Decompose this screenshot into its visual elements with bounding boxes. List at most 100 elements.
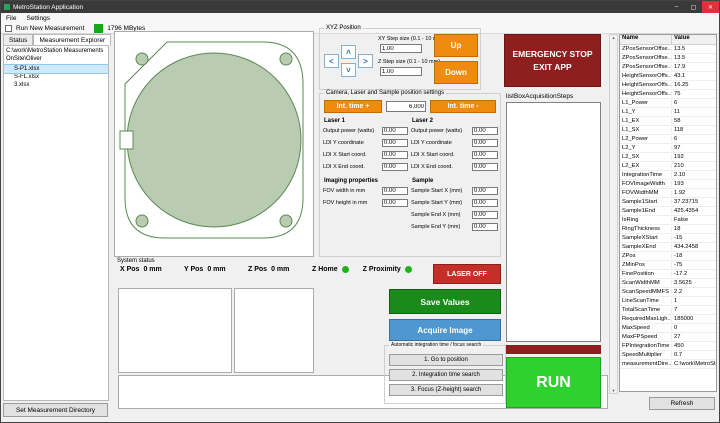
param-row[interactable]: ZPos -18 xyxy=(620,252,716,261)
tree-item[interactable]: S-P1.xlsx xyxy=(4,65,108,73)
param-row[interactable]: L1_Power 6 xyxy=(620,99,716,108)
save-values-button[interactable]: Save Values xyxy=(389,289,501,314)
param-row[interactable]: ZMinPos -75 xyxy=(620,261,716,270)
jog-right-button[interactable]: > xyxy=(358,54,373,68)
z-up-button[interactable]: Up xyxy=(434,34,478,57)
auto-search-step-button[interactable]: 2. Integration time search xyxy=(389,369,503,381)
tree-item[interactable]: 3.xlsx xyxy=(4,81,108,89)
auto-search-step-button[interactable]: 1. Go to position xyxy=(389,354,503,366)
field-input[interactable] xyxy=(472,223,498,231)
run-new-measurement-label: Run New Measurement xyxy=(16,25,84,32)
param-row[interactable]: TotalScanTime 7 xyxy=(620,306,716,315)
param-row[interactable]: IntegrationTime 2.10 xyxy=(620,171,716,180)
param-value: 11 xyxy=(672,109,716,115)
emergency-line2: EXIT APP xyxy=(533,62,571,72)
param-row[interactable]: FinePosition -17.2 xyxy=(620,270,716,279)
param-row[interactable]: MaxFPSpeed 27 xyxy=(620,333,716,342)
param-value: C:\work\MetroSt... xyxy=(672,361,716,367)
param-value: 58 xyxy=(672,118,716,124)
wafer-canvas[interactable] xyxy=(114,31,314,257)
param-row[interactable]: L2_SX 192 xyxy=(620,153,716,162)
z-down-button[interactable]: Down xyxy=(434,61,478,84)
menu-file[interactable]: File xyxy=(6,15,16,22)
z-step-input[interactable] xyxy=(380,67,422,76)
field-input[interactable] xyxy=(472,211,498,219)
tree-root-path[interactable]: C:\work\MetroStation Measurements OnSite… xyxy=(4,46,108,65)
xy-step-input[interactable] xyxy=(380,44,422,53)
jog-left-button[interactable]: < xyxy=(324,54,339,68)
param-row[interactable]: HeightSensorOffs... 43.1 xyxy=(620,72,716,81)
param-row[interactable]: RingThickness 18 xyxy=(620,225,716,234)
field-input[interactable] xyxy=(472,127,498,135)
param-row[interactable]: HeightSensorOffs... 75 xyxy=(620,90,716,99)
auto-search-step-button[interactable]: 3. Focus (Z-height) search xyxy=(389,384,503,396)
param-row[interactable]: HeightSensorOffs... 16.25 xyxy=(620,81,716,90)
acquire-image-button[interactable]: Acquire Image xyxy=(389,319,501,341)
param-row[interactable]: IsRing False xyxy=(620,216,716,225)
param-row[interactable]: ZPosSensorOffse... 17.9 xyxy=(620,63,716,72)
scroll-up-icon[interactable]: ▲ xyxy=(612,35,616,40)
system-status-title: System status xyxy=(117,258,155,264)
acquisition-steps-label: listBoxAcquisitionSteps xyxy=(506,93,573,100)
close-button[interactable]: ✕ xyxy=(702,1,719,13)
field-input[interactable] xyxy=(382,127,408,135)
param-row[interactable]: FOVWidthMM 1.92 xyxy=(620,189,716,198)
parameters-rows: ZPosSensorOffse... 13.5 ZPosSensorOffse.… xyxy=(620,45,716,369)
param-row[interactable]: L2_Power 6 xyxy=(620,135,716,144)
laser2-fields: Output power (watts) LDI Y coordinate LD… xyxy=(411,127,498,175)
param-row[interactable]: ZPosSensorOffse... 13.5 xyxy=(620,45,716,54)
param-row[interactable]: RequiredMaxLigh... 185000 xyxy=(620,315,716,324)
scroll-down-icon[interactable]: ▼ xyxy=(612,388,616,393)
field-input[interactable] xyxy=(472,199,498,207)
refresh-button[interactable]: Refresh xyxy=(649,397,715,410)
int-time-plus-button[interactable]: Int. time + xyxy=(324,100,382,113)
param-row[interactable]: L2_Y 97 xyxy=(620,144,716,153)
jog-down-button[interactable]: ˅ xyxy=(341,63,356,77)
param-row[interactable]: FPIntegrationTime 450 xyxy=(620,342,716,351)
param-row[interactable]: LineScanTime 1 xyxy=(620,297,716,306)
field-input[interactable] xyxy=(382,151,408,159)
position-value: 0 mm xyxy=(143,266,161,273)
param-row[interactable]: ScanSpeedMMFS 2.2 xyxy=(620,288,716,297)
parameters-table: Name Value ZPosSensorOffse... 13.5 ZPosS… xyxy=(619,34,717,392)
laser-off-button[interactable]: LASER OFF xyxy=(433,264,501,284)
field-input[interactable] xyxy=(382,163,408,171)
param-value: 450 xyxy=(672,343,716,349)
param-row[interactable]: MaxSpeed 0 xyxy=(620,324,716,333)
maximize-button[interactable]: ▢ xyxy=(685,1,702,13)
field-input[interactable] xyxy=(472,151,498,159)
run-button[interactable]: RUN xyxy=(506,357,601,408)
field-label: LDI X End coord. xyxy=(323,164,365,170)
acquisition-steps-listbox[interactable] xyxy=(506,102,601,342)
minimize-button[interactable]: – xyxy=(668,1,685,13)
param-row[interactable]: Sample1Start 37.23715 xyxy=(620,198,716,207)
field-input[interactable] xyxy=(472,139,498,147)
stop-strip-button[interactable] xyxy=(506,345,601,354)
param-row[interactable]: SampleXStart -15 xyxy=(620,234,716,243)
param-row[interactable]: L2_EX 210 xyxy=(620,162,716,171)
int-time-minus-button[interactable]: Int. time - xyxy=(430,100,496,113)
run-new-measurement-checkbox[interactable] xyxy=(5,25,12,32)
tree-item[interactable]: S-FL.xlsx xyxy=(4,73,108,81)
field-input[interactable] xyxy=(472,163,498,171)
params-scrollbar[interactable]: ▲ ▼ xyxy=(609,34,618,394)
param-row[interactable]: FOVImageWidth 193 xyxy=(620,180,716,189)
param-row[interactable]: Sample1End 425.4354 xyxy=(620,207,716,216)
field-input[interactable] xyxy=(382,187,408,195)
field-input[interactable] xyxy=(382,139,408,147)
param-row[interactable]: measurementDire... C:\work\MetroSt... xyxy=(620,360,716,369)
param-row[interactable]: ZPosSensorOffse... 13.5 xyxy=(620,54,716,63)
param-row[interactable]: ScanWidthMM 3.5625 xyxy=(620,279,716,288)
param-row[interactable]: L1_SX 118 xyxy=(620,126,716,135)
field-input[interactable] xyxy=(472,187,498,195)
jog-up-button[interactable]: ˄ xyxy=(341,45,356,59)
emergency-stop-button[interactable]: EMERGENCY STOP EXIT APP xyxy=(504,34,601,87)
param-row[interactable]: L1_EX 58 xyxy=(620,117,716,126)
param-row[interactable]: SampleXEnd 434.2458 xyxy=(620,243,716,252)
param-row[interactable]: SpeedMultiplier 0.7 xyxy=(620,351,716,360)
param-row[interactable]: L1_Y 11 xyxy=(620,108,716,117)
set-measurement-directory-button[interactable]: Set Measurement Directory xyxy=(3,403,108,417)
field-input[interactable] xyxy=(382,199,408,207)
menu-settings[interactable]: Settings xyxy=(26,15,50,22)
int-time-input[interactable] xyxy=(386,101,426,112)
